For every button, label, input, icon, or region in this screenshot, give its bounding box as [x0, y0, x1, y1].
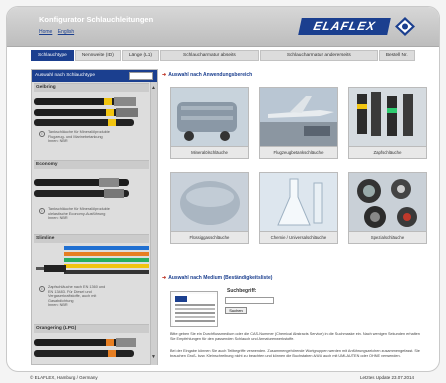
category-tile[interactable]: Chemie / Universalschläuche — [259, 172, 338, 244]
tank-truck-image-icon — [171, 88, 248, 148]
category-label: Flüssiggasschläuche — [171, 231, 248, 243]
tab-armatur-abseits[interactable]: Schlaucharmatur abseits — [160, 50, 259, 61]
hose-image — [34, 169, 149, 205]
app-window: Konfigurator Schlauchleitungen Home Engl… — [6, 6, 440, 372]
arrow-icon: ➜ — [162, 72, 167, 78]
wizard-tabs: Schlauchtype Nennweite (ID) Länge (L1) S… — [31, 50, 439, 62]
category-label: Zapfschläuche — [349, 146, 426, 158]
search-label: Suchbegriff: — [227, 288, 257, 294]
arrow-icon: ➜ — [162, 275, 167, 281]
info-icon[interactable]: i — [39, 208, 45, 214]
tab-bestell-nr[interactable]: Bestell Nr. — [378, 50, 415, 61]
list-item[interactable]: Orangering (LPG) — [34, 324, 149, 363]
tab-armatur-andererseits[interactable]: Schlaucharmatur andererseits — [259, 50, 378, 61]
scrollbar[interactable] — [150, 82, 157, 365]
product-description: i Tankschläuche für Mineralölprodukte ul… — [34, 207, 149, 221]
product-name: Economy — [34, 160, 149, 169]
scroll-down-icon[interactable]: ▼ — [151, 354, 156, 360]
search-button[interactable]: Suchen — [225, 307, 247, 314]
product-name: Orangering (LPG) — [34, 324, 149, 333]
info-icon[interactable]: i — [39, 286, 45, 292]
scroll-up-icon[interactable]: ▲ — [151, 85, 156, 91]
category-label: Spezialschläuche — [349, 231, 426, 243]
hose-image-icon — [34, 338, 136, 357]
hose-image-icon — [34, 178, 129, 198]
category-tile[interactable]: Flugzeugbetankschläuche — [259, 87, 338, 159]
sidebar-heading-label: Auswahl nach Schlauchtype — [35, 73, 95, 78]
application-section-title: ➜ Auswahl nach Anwendungsbereich — [162, 72, 253, 78]
product-description: i Tankschläuche für Mineralölprodukte Fl… — [34, 130, 149, 144]
category-tile[interactable]: Flüssiggasschläuche — [170, 172, 249, 244]
hose-image — [34, 333, 149, 363]
page: Konfigurator Schlauchleitungen Home Engl… — [0, 0, 446, 383]
category-label: Chemie / Universalschläuche — [260, 231, 337, 243]
help-text: Bitte geben Sie ein Durchflussmedium ode… — [170, 332, 420, 341]
help-text: Bei der Eingabe können Sie auch Teilbegr… — [170, 349, 420, 358]
airplane-image-icon — [260, 88, 337, 148]
resistance-list-thumbnail[interactable] — [170, 291, 218, 327]
hose-image — [34, 243, 149, 283]
info-icon[interactable]: i — [39, 131, 45, 137]
category-tile[interactable]: Spezialschläuche — [348, 172, 427, 244]
english-link[interactable]: English — [58, 29, 74, 35]
tab-nennweite[interactable]: Nennweite (ID) — [74, 50, 121, 61]
document-icon — [173, 294, 217, 326]
header: Konfigurator Schlauchleitungen Home Engl… — [7, 7, 439, 47]
nav-links: Home English — [39, 29, 78, 35]
home-link[interactable]: Home — [39, 29, 52, 35]
category-label: Flugzeugbetankschläuche — [260, 146, 337, 158]
hose-type-filter-input[interactable] — [129, 72, 153, 80]
product-description: i Zapfschläuche nach EN 1360 und EN 1348… — [34, 285, 149, 308]
logo-mark-icon — [395, 17, 415, 36]
category-tile[interactable]: Zapfschläuche — [348, 87, 427, 159]
sidebar: Auswahl nach Schlauchtype Gelbring i Tan… — [31, 69, 158, 365]
hose-image-icon — [34, 97, 138, 126]
list-item[interactable]: Economy i Tankschläuche für Mineralölpro… — [34, 160, 149, 221]
fuel-nozzle-image-icon — [349, 88, 426, 148]
medium-section-title: ➜ Auswahl nach Medium (Beständigkeitslist… — [162, 275, 273, 281]
tab-schlauchtype[interactable]: Schlauchtype — [31, 50, 74, 61]
product-name: Slimline — [34, 234, 149, 243]
product-name: Gelbring — [34, 83, 149, 92]
category-label: Mineralölschläuche — [171, 146, 248, 158]
search-input[interactable] — [225, 297, 274, 304]
footer: © ELAFLEX, Hamburg / Germany Letztes Upd… — [0, 370, 446, 383]
special-hoses-image-icon — [349, 173, 426, 233]
tab-laenge[interactable]: Länge (L1) — [121, 50, 160, 61]
gas-tank-image-icon — [171, 173, 248, 233]
list-item[interactable]: Slimline i Zapfschläuche nach EN 1360 un — [34, 234, 149, 308]
lab-flask-image-icon — [260, 173, 337, 233]
hose-image-icon — [36, 246, 149, 274]
footer-copyright: © ELAFLEX, Hamburg / Germany — [30, 375, 98, 380]
hose-image — [34, 92, 149, 128]
footer-update: Letztes Update 23.07.2014 — [359, 375, 414, 380]
page-title: Konfigurator Schlauchleitungen — [39, 15, 154, 24]
category-tile[interactable]: Mineralölschläuche — [170, 87, 249, 159]
logo: ELAFLEX — [298, 18, 391, 35]
list-item[interactable]: Gelbring i Tankschläuche für Mineralölpr… — [34, 83, 149, 144]
sidebar-heading: Auswahl nach Schlauchtype — [32, 70, 157, 82]
